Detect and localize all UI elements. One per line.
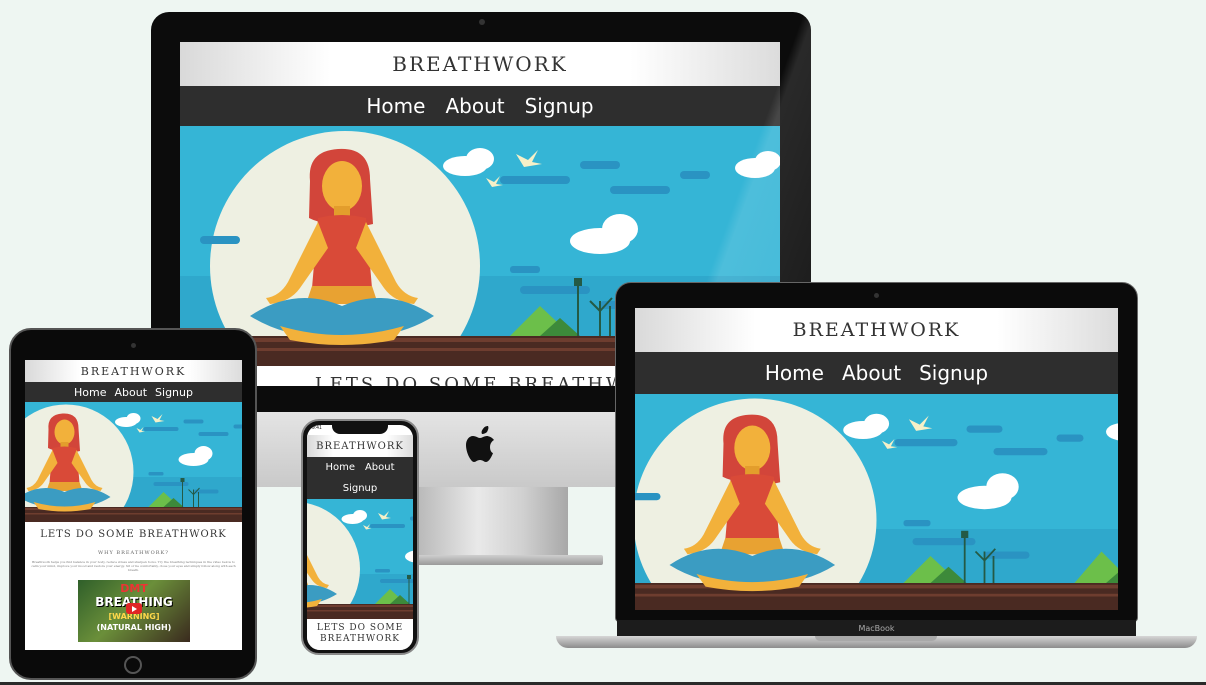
main-nav: Home About Signup [307,457,413,499]
iphone-notch [332,425,388,434]
main-nav: Home About Signup [25,382,242,402]
brand-title: BREATHWORK [316,440,404,452]
imac-camera [479,19,485,25]
nav-about[interactable]: About [115,386,148,399]
imac-foot [405,555,603,565]
page-heading: LETS DO SOME BREATHWORK [40,529,227,540]
macbook-screen: BREATHWORK Home About Signup [635,308,1118,610]
section-paragraph: Breathwork helps you find balance in you… [31,560,236,572]
brand-title: BREATHWORK [392,52,568,76]
macbook-label: MacBook [858,624,895,633]
ipad-content: LETS DO SOME BREATHWORK WHY BREATHWORK? … [25,522,242,650]
nav-about[interactable]: About [365,458,395,478]
status-time: 9:41 [312,425,322,431]
nav-signup[interactable]: Signup [155,386,193,399]
nav-home[interactable]: Home [366,94,425,118]
hero-image [25,402,242,522]
brand-title: BREATHWORK [792,319,961,341]
macbook-camera [874,293,879,298]
nav-signup[interactable]: Signup [525,94,594,118]
nav-home[interactable]: Home [74,386,106,399]
main-nav: Home About Signup [635,352,1118,394]
nav-home[interactable]: Home [325,458,355,478]
site-brand-header: BREATHWORK [307,435,413,457]
brand-title: BREATHWORK [80,364,187,378]
thumb-line1: DMT [120,582,148,595]
ipad-camera [131,343,136,348]
thumb-line4: (NATURAL HIGH) [96,623,172,632]
play-icon[interactable] [126,603,142,614]
video-thumbnail[interactable]: DMT BREATHING [WARNING] (NATURAL HIGH) [78,580,190,642]
heading-line2: BREATHWORK [320,634,400,644]
nav-signup[interactable]: Signup [343,479,378,499]
macbook-notch [815,636,937,641]
imac-stand [418,487,568,557]
nav-about[interactable]: About [842,361,901,385]
apple-logo-icon [466,426,494,462]
page-heading: LETS DO SOME BREATHWORK [307,623,413,645]
nav-about[interactable]: About [445,94,504,118]
heading-line1: LETS DO SOME [316,623,404,633]
site-brand-header: BREATHWORK [25,360,242,382]
nav-signup[interactable]: Signup [919,361,988,385]
ipad-home-button[interactable] [124,656,142,674]
ipad-screen: BREATHWORK Home About Signup LETS DO SOM… [25,360,242,650]
site-brand-header: BREATHWORK [635,308,1118,352]
iphone-screen: BREATHWORK Home About Signup LETS DO SOM… [307,425,413,650]
hero-image [307,499,413,619]
section-subheading: WHY BREATHWORK? [98,550,169,556]
iphone-content: LETS DO SOME BREATHWORK [307,619,413,650]
nav-home[interactable]: Home [765,361,824,385]
hero-image [635,394,1118,610]
